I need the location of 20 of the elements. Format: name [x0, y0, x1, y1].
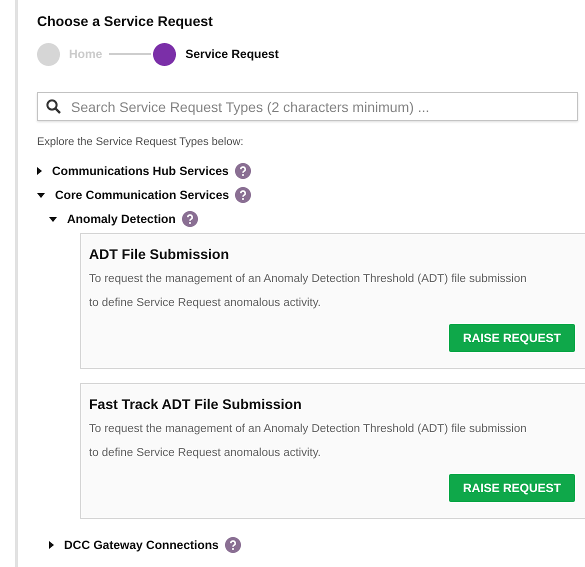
caret-down-icon[interactable]: [49, 216, 57, 222]
help-icon[interactable]: [235, 187, 252, 203]
tree-item[interactable]: Anomaly Detection: [67, 212, 176, 226]
card-title: ADT File Submission: [89, 246, 230, 262]
tree-item[interactable]: Communications Hub Services: [52, 164, 229, 178]
tree-item[interactable]: Core Communication Services: [55, 188, 230, 202]
tree-item[interactable]: DCC Gateway Connections: [64, 538, 219, 552]
card-description: To request the management of an Anomaly Detection Threshold (ADT) file submission to define Service Request anomalous activity.: [89, 422, 528, 461]
step-label[interactable]: Service Request: [185, 47, 279, 61]
caret-right-icon[interactable]: [37, 167, 42, 175]
page-title: Choose a Service Request: [37, 13, 214, 29]
caret-down-icon[interactable]: [37, 192, 45, 198]
card-title: Fast Track ADT File Submission: [89, 396, 303, 412]
help-icon[interactable]: [224, 537, 241, 553]
caret-right-icon[interactable]: [49, 541, 54, 549]
intro-text: Explore the Service Request Types below:: [37, 136, 244, 148]
help-icon[interactable]: [234, 163, 251, 179]
card-description: To request the management of an Anomaly Detection Threshold (ADT) file submission to define Service Request anomalous activity.: [89, 272, 528, 311]
help-icon[interactable]: [182, 211, 198, 227]
search-field[interactable]: Search Service Request Types (2 characters minimum) ...: [37, 92, 578, 121]
